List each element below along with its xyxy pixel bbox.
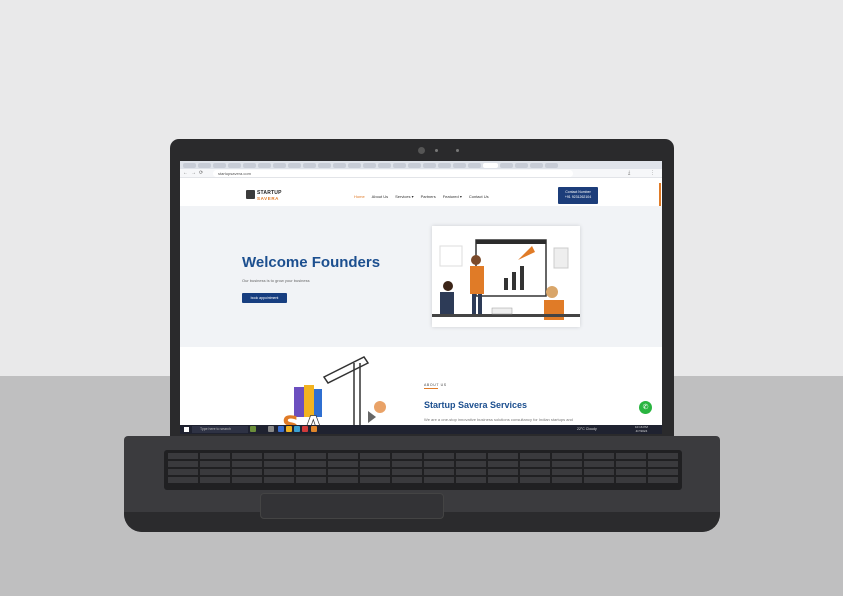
about-underline: [424, 388, 438, 389]
bezel-sensor: [435, 149, 438, 152]
laptop-screen: ← → ⟳ startupsavera.com ⤓ ⋮ STARTUP SAVE…: [180, 161, 662, 434]
touchpad: [260, 493, 444, 519]
hero-subtitle: Our business is to grow your business: [242, 278, 310, 283]
about-section: S A ABOUT US Startup Savera Services We …: [180, 347, 662, 434]
menu-icon[interactable]: ⋮: [650, 170, 655, 176]
site-header: STARTUP SAVERA Home About Us Services ▾ …: [180, 179, 662, 206]
taskbar-date: 4/7/2024: [635, 428, 648, 433]
browser-tab[interactable]: [500, 162, 513, 168]
book-appointment-button[interactable]: book appointment: [242, 293, 287, 303]
logo-icon[interactable]: [246, 190, 255, 199]
nav-home[interactable]: Home: [354, 194, 365, 199]
webcam: [418, 147, 425, 154]
browser-tab[interactable]: [318, 162, 331, 168]
chrome-icon[interactable]: [311, 426, 317, 432]
browser-tab[interactable]: [545, 162, 558, 168]
nav-partners[interactable]: Partners: [421, 194, 436, 199]
browser-tab[interactable]: [423, 162, 436, 168]
about-text: We are a one-stop innovative business so…: [424, 417, 573, 422]
forward-icon[interactable]: →: [191, 170, 196, 176]
keyboard-row: [168, 469, 678, 475]
url-input[interactable]: startupsavera.com: [213, 170, 573, 177]
taskbar-app-icon[interactable]: [278, 426, 284, 432]
whatsapp-chat-icon[interactable]: ✆: [639, 401, 652, 414]
bezel-sensor: [456, 149, 459, 152]
browser-tab[interactable]: [393, 162, 406, 168]
contact-number: +91 9231262104: [564, 195, 592, 199]
nav-services[interactable]: Services ▾: [395, 194, 413, 199]
nav-about[interactable]: About Us: [372, 194, 388, 199]
browser-tab[interactable]: [408, 162, 421, 168]
browser-tab[interactable]: [438, 162, 451, 168]
taskbar-search-input[interactable]: Type here to search: [192, 426, 248, 433]
hero-illustration: [432, 226, 580, 327]
task-view-icon[interactable]: [268, 426, 274, 432]
keyboard-row: [168, 477, 678, 483]
browser-tab[interactable]: [453, 162, 466, 168]
taskbar-clock[interactable]: 10:16 PM 4/7/2024: [635, 425, 648, 433]
browser-tab[interactable]: [183, 162, 196, 168]
browser-tab[interactable]: [198, 162, 211, 168]
logo-subtext[interactable]: SAVERA: [257, 196, 279, 201]
hero-section: Welcome Founders Our business is to grow…: [180, 206, 662, 347]
browser-tab-active[interactable]: [483, 162, 498, 168]
taskbar-weather[interactable]: 22°C Cloudy: [577, 426, 597, 433]
download-icon[interactable]: ⤓: [628, 170, 630, 176]
taskbar-app-icon[interactable]: [250, 426, 256, 432]
browser-tab[interactable]: [243, 162, 256, 168]
browser-tab[interactable]: [515, 162, 528, 168]
browser-tab[interactable]: [273, 162, 286, 168]
keyboard-row: [168, 453, 678, 459]
about-title: Startup Savera Services: [424, 400, 528, 410]
browser-tab[interactable]: [530, 162, 543, 168]
windows-taskbar: Type here to search 22°C Cloudy 10:16 PM…: [180, 425, 662, 434]
nav-contact[interactable]: Contact Us: [469, 194, 489, 199]
taskbar-app-icon[interactable]: [294, 426, 300, 432]
browser-address-bar: ← → ⟳ startupsavera.com ⤓ ⋮: [180, 169, 662, 178]
contact-number-button[interactable]: Contact Number +91 9231262104: [558, 187, 598, 204]
browser-tab[interactable]: [258, 162, 271, 168]
browser-tab[interactable]: [378, 162, 391, 168]
main-nav: Home About Us Services ▾ Partners Featur…: [354, 194, 489, 199]
browser-tab[interactable]: [303, 162, 316, 168]
about-illustration: S A: [264, 347, 394, 434]
taskbar-app-icon[interactable]: [302, 426, 308, 432]
browser-tab[interactable]: [468, 162, 481, 168]
reload-icon[interactable]: ⟳: [199, 170, 203, 176]
browser-tab[interactable]: [228, 162, 241, 168]
back-icon[interactable]: ←: [183, 170, 188, 176]
nav-featured[interactable]: Featured ▾: [443, 194, 462, 199]
keyboard-row: [168, 461, 678, 467]
browser-tab[interactable]: [288, 162, 301, 168]
browser-tabstrip: [180, 161, 662, 169]
windows-start-icon[interactable]: [184, 427, 189, 432]
hero-title: Welcome Founders: [242, 254, 381, 271]
browser-tab[interactable]: [363, 162, 376, 168]
file-explorer-icon[interactable]: [286, 426, 292, 432]
browser-tab[interactable]: [348, 162, 361, 168]
browser-tab[interactable]: [213, 162, 226, 168]
about-tag: ABOUT US: [424, 383, 447, 387]
browser-tab[interactable]: [333, 162, 346, 168]
